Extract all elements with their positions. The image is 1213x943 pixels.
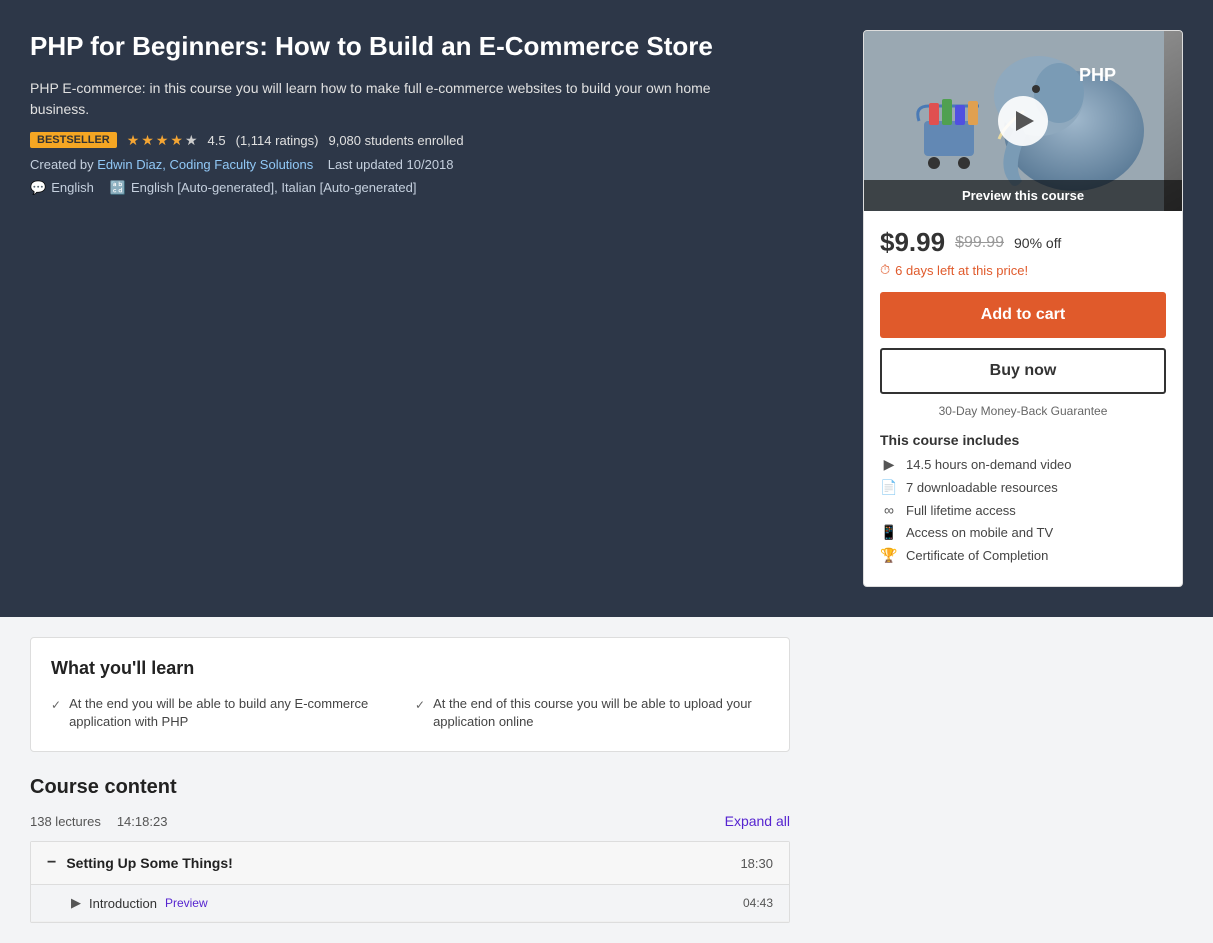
section-header-left: − Setting Up Some Things!: [47, 854, 233, 872]
include-certificate: 🏆 Certificate of Completion: [880, 547, 1166, 564]
include-lifetime: ∞ Full lifetime access: [880, 502, 1166, 518]
content-meta-bar: 138 lectures 14:18:23 Expand all: [30, 813, 790, 829]
buy-now-button[interactable]: Buy now: [880, 348, 1166, 394]
learn-item-2: ✓ At the end of this course you will be …: [415, 695, 769, 731]
course-header: PHP for Beginners: How to Build an E-Com…: [0, 0, 1213, 617]
lectures-count: 138 lectures: [30, 814, 101, 829]
include-resources-text: 7 downloadable resources: [906, 480, 1058, 495]
expand-all-link[interactable]: Expand all: [725, 813, 790, 829]
star-1: ★: [127, 132, 140, 149]
lecture-preview-link[interactable]: Preview: [165, 896, 208, 910]
includes-title: This course includes: [880, 432, 1166, 448]
language-item: 💬 English: [30, 180, 94, 196]
includes-section: This course includes ▶ 14.5 hours on-dem…: [880, 432, 1166, 564]
course-sidebar-card: PHP Preview this course: [863, 30, 1183, 587]
star-rating: ★ ★ ★ ★ ★: [127, 132, 198, 149]
include-certificate-text: Certificate of Completion: [906, 548, 1048, 563]
preview-thumbnail[interactable]: PHP Preview this course: [864, 31, 1182, 211]
enrolled-count: 9,080 students enrolled: [328, 133, 463, 148]
clock-icon: ⏱: [880, 262, 890, 278]
course-content-title: Course content: [30, 776, 790, 799]
price-original: $99.99: [955, 234, 1004, 252]
course-duration: 14:18:23: [117, 814, 168, 829]
play-button[interactable]: [998, 96, 1048, 146]
video-icon: ▶: [880, 456, 898, 473]
course-title: PHP for Beginners: How to Build an E-Com…: [30, 30, 770, 64]
header-left: PHP for Beginners: How to Build an E-Com…: [30, 30, 790, 196]
last-updated: Last updated 10/2018: [328, 157, 454, 172]
include-video-text: 14.5 hours on-demand video: [906, 457, 1072, 472]
bestseller-badge: BESTSELLER: [30, 132, 117, 148]
mobile-icon: 📱: [880, 524, 898, 541]
course-subtitle: PHP E-commerce: in this course you will …: [30, 78, 770, 120]
lecture-time-1: 04:43: [743, 896, 773, 910]
creator-row: Created by Edwin Diaz, Coding Faculty So…: [30, 157, 770, 172]
learn-title: What you'll learn: [51, 658, 769, 679]
check-icon-2: ✓: [415, 697, 425, 714]
guarantee-text: 30-Day Money-Back Guarantee: [880, 404, 1166, 418]
star-3: ★: [156, 132, 169, 149]
countdown-text: 6 days left at this price!: [895, 263, 1028, 278]
creator-link[interactable]: Edwin Diaz, Coding Faculty Solutions: [97, 157, 313, 172]
preview-label[interactable]: Preview this course: [864, 180, 1182, 211]
play-lecture-icon: ▶: [71, 895, 81, 911]
price-row: $9.99 $99.99 90% off: [880, 227, 1166, 258]
price-current: $9.99: [880, 227, 945, 258]
rating-value: 4.5: [208, 133, 226, 148]
language-text: English: [51, 180, 94, 195]
meta-row: BESTSELLER ★ ★ ★ ★ ★ 4.5 (1,114 ratings)…: [30, 132, 770, 149]
learn-item-1-text: At the end you will be able to build any…: [69, 695, 405, 731]
countdown-timer: ⏱ 6 days left at this price!: [880, 262, 1166, 278]
learn-item-1: ✓ At the end you will be able to build a…: [51, 695, 405, 731]
include-mobile-text: Access on mobile and TV: [906, 525, 1053, 540]
cc-icon: 🔡: [110, 180, 126, 196]
ratings-count: (1,114 ratings): [236, 133, 319, 148]
download-icon: 📄: [880, 479, 898, 496]
trophy-icon: 🏆: [880, 547, 898, 564]
discount-percentage: 90% off: [1014, 235, 1061, 251]
include-resources: 📄 7 downloadable resources: [880, 479, 1166, 496]
section-time-1: 18:30: [740, 856, 773, 871]
star-2: ★: [141, 132, 154, 149]
play-triangle-icon: [1016, 111, 1034, 131]
svg-text:PHP: PHP: [1079, 65, 1116, 85]
lecture-left-1: ▶ Introduction Preview: [71, 895, 208, 911]
captions-text: English [Auto-generated], Italian [Auto-…: [131, 180, 416, 195]
star-5-half: ★: [185, 132, 198, 149]
main-content: What you'll learn ✓ At the end you will …: [0, 617, 820, 943]
section-title-1: Setting Up Some Things!: [66, 855, 232, 871]
include-video: ▶ 14.5 hours on-demand video: [880, 456, 1166, 473]
infinity-icon: ∞: [880, 502, 898, 518]
speech-icon: 💬: [30, 180, 46, 196]
include-lifetime-text: Full lifetime access: [906, 503, 1016, 518]
star-4: ★: [170, 132, 183, 149]
section-header-1[interactable]: − Setting Up Some Things! 18:30: [31, 842, 789, 885]
card-body: $9.99 $99.99 90% off ⏱ 6 days left at th…: [864, 211, 1182, 586]
creator-prefix: Created by: [30, 157, 94, 172]
collapse-icon: −: [47, 854, 56, 872]
learn-box: What you'll learn ✓ At the end you will …: [30, 637, 790, 752]
include-mobile: 📱 Access on mobile and TV: [880, 524, 1166, 541]
learn-item-2-text: At the end of this course you will be ab…: [433, 695, 769, 731]
lecture-name-1: Introduction: [89, 896, 157, 911]
learn-grid: ✓ At the end you will be able to build a…: [51, 695, 769, 731]
add-to-cart-button[interactable]: Add to cart: [880, 292, 1166, 338]
course-content-section: Course content 138 lectures 14:18:23 Exp…: [30, 776, 790, 923]
check-icon-1: ✓: [51, 697, 61, 714]
captions-item: 🔡 English [Auto-generated], Italian [Aut…: [110, 180, 417, 196]
lecture-row-1: ▶ Introduction Preview 04:43: [31, 885, 789, 922]
section-row-1: − Setting Up Some Things! 18:30 ▶ Introd…: [30, 841, 790, 923]
lang-row: 💬 English 🔡 English [Auto-generated], It…: [30, 180, 770, 196]
